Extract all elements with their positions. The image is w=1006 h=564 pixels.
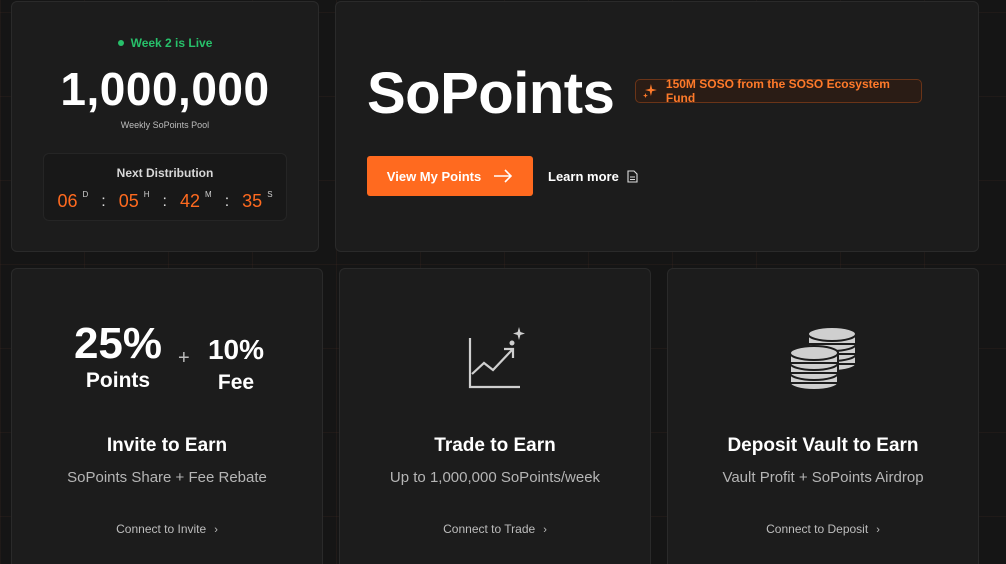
weekly-pool-card: Week 2 is Live 1,000,000 Weekly SoPoints… [11,1,319,252]
points-share-value: 25% [73,319,163,368]
points-share-label: Points [85,369,151,392]
trade-to-earn-card: Trade to Earn Up to 1,000,000 SoPoints/w… [339,268,651,564]
connect-to-invite-label: Connect to Invite [116,522,207,536]
chart-growth-icon [468,327,525,389]
trade-subtitle: Up to 1,000,000 SoPoints/week [389,469,601,486]
chevron-right-icon: › [876,524,880,536]
deposit-title: Deposit Vault to Earn [727,435,919,456]
connect-to-deposit-label: Connect to Deposit [766,522,869,536]
invite-title: Invite to Earn [106,435,228,456]
fee-rebate-value: 10% [207,334,265,365]
countdown-separator: : [162,193,167,210]
chevron-right-icon: › [543,524,547,536]
countdown-timer: 06 D : 05 H : 42 M : 35 S [44,190,286,212]
ecosystem-fund-badge: 150M SOSO from the SOSO Ecosystem Fund [635,77,922,105]
fee-rebate-label: Fee [217,371,255,394]
chevron-right-icon: › [214,524,218,536]
ecosystem-fund-label: 150M SOSO from the SOSO Ecosystem Fund [665,77,890,105]
deposit-vault-card: Deposit Vault to Earn Vault Profit + SoP… [667,268,979,564]
countdown-minutes: 42 M [180,190,212,211]
points-share-stat: 25% Points [68,319,168,393]
live-status: Week 2 is Live [12,36,318,50]
view-my-points-label: View My Points [386,168,482,184]
countdown-seconds: 35 S [242,190,273,211]
page-title: SoPoints [367,61,615,126]
next-distribution-box: Next Distribution 06 D : 05 H : 42 M : 35 S [43,153,287,221]
pool-amount-label: Weekly SoPoints Pool [120,120,210,130]
fee-rebate-stat: 10% Fee [198,333,274,399]
connect-to-deposit-link[interactable]: Connect to Deposit › [668,522,978,536]
sparkle-icon [642,84,657,98]
arrow-right-icon [494,169,513,183]
countdown-days: 06 D [57,190,89,211]
learn-more-label: Learn more [548,168,619,184]
document-icon [627,169,638,183]
connect-to-invite-link[interactable]: Connect to Invite › [12,522,322,536]
trade-title: Trade to Earn [434,435,556,456]
invite-to-earn-card: 25% Points + 10% Fee Invite to Earn SoPo… [11,268,323,564]
learn-more-link[interactable]: Learn more [548,156,638,196]
coins-stack-icon [789,326,857,391]
sopoints-hero-card: SoPoints 150M SOSO from the SOSO Ecosyst… [335,1,979,252]
connect-to-trade-label: Connect to Trade [443,522,536,536]
next-distribution-title: Next Distribution [116,166,214,180]
invite-rewards-stats: 25% Points + 10% Fee [12,319,322,409]
countdown-separator: : [224,193,230,210]
deposit-subtitle: Vault Profit + SoPoints Airdrop [722,469,924,486]
plus-sign: + [178,347,190,369]
live-dot-icon [117,39,124,46]
connect-to-trade-link[interactable]: Connect to Trade › [340,522,650,536]
view-my-points-button[interactable]: View My Points [367,156,533,196]
pool-amount: 1,000,000 [60,63,270,115]
countdown-separator: : [101,193,106,210]
live-status-label: Week 2 is Live [130,36,213,50]
countdown-hours: 05 H [118,190,150,211]
invite-subtitle: SoPoints Share + Fee Rebate [67,469,267,486]
